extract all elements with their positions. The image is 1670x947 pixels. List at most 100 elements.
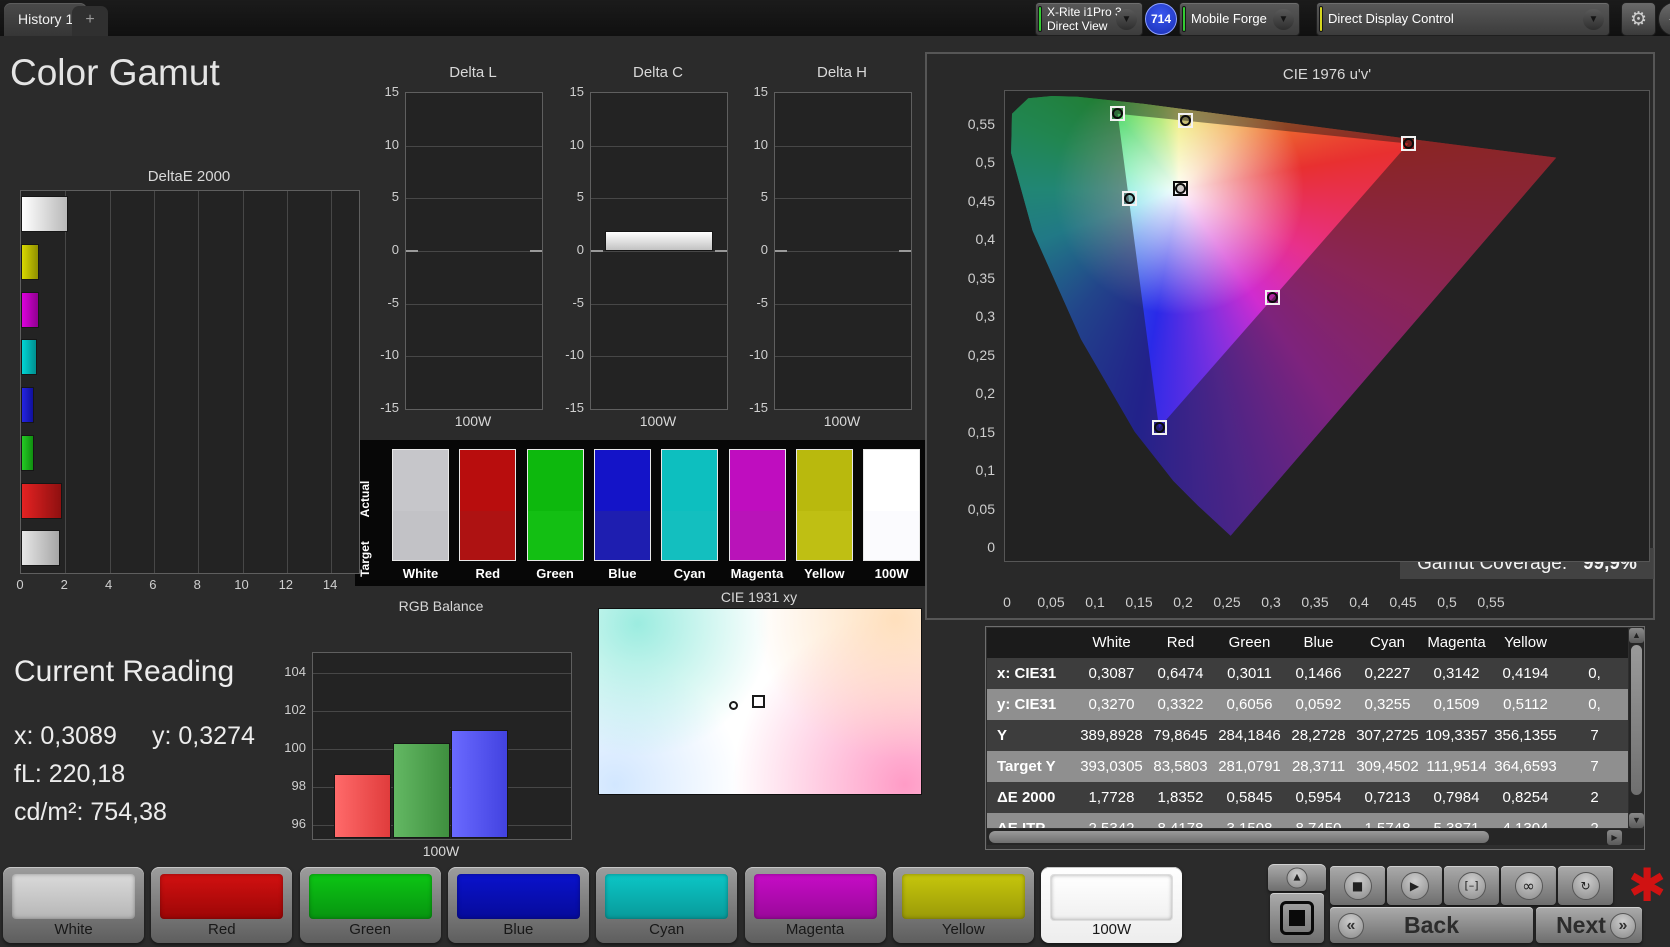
cie-1931-chart [598, 608, 922, 795]
rgb-x-label: 100W [422, 843, 460, 859]
reading-cdm2: cd/m²: 754,38 [14, 798, 167, 826]
meter-count-badge[interactable]: 714 [1145, 3, 1177, 35]
deltae-bar-red [21, 482, 62, 519]
delta-y-tick: -5 [572, 294, 584, 310]
play-button[interactable]: ▶ [1387, 866, 1442, 905]
scroll-up-arrow[interactable]: ▲ [1629, 628, 1644, 643]
table-header-row: White Red Green Blue Cyan Magenta Yellow [987, 628, 1628, 658]
patch-label: Red [208, 921, 236, 938]
table-row: ΔE 2000 1,7728 1,8352 0,5845 0,5954 0,7213 0,7… [987, 782, 1628, 813]
pattern-up-button[interactable]: ▲ [1268, 864, 1326, 891]
cie-y-tick: 0,05 [967, 500, 995, 517]
table-hscrollbar[interactable]: ▶ [987, 829, 1644, 845]
gridline [65, 191, 67, 573]
settings-button[interactable]: ⚙ [1621, 2, 1656, 36]
alert-asterisk-icon: ✱ [1627, 858, 1667, 912]
delta-y-tick: 5 [760, 189, 768, 205]
source-dropdown[interactable]: Mobile Forge ▼ [1179, 2, 1300, 36]
vscroll-thumb[interactable] [1631, 645, 1642, 795]
swatch-target [393, 510, 448, 560]
current-reading-title: Current Reading [14, 655, 235, 688]
continuous-button[interactable]: ∞ [1501, 866, 1556, 905]
gridline [406, 145, 542, 147]
table-cell: 284,1846 [1218, 727, 1281, 744]
delta-y-tick: -15 [380, 400, 399, 415]
delta-y-tick: -5 [756, 294, 768, 310]
actual-target-swatch-strip: Actual Target White Red Green Blue Cyan Magenta… [355, 440, 925, 586]
table-vscrollbar[interactable]: ▲ ▼ [1629, 628, 1644, 828]
next-button[interactable]: Next» [1536, 907, 1642, 943]
new-tab-button[interactable]: + [72, 6, 108, 36]
scroll-down-arrow[interactable]: ▼ [1629, 813, 1644, 828]
meter-dropdown[interactable]: X-Rite i1Pro 3 Direct View ▼ [1035, 2, 1143, 36]
rgb-bar-red [334, 773, 391, 838]
table-cell: 0,3142 [1433, 665, 1480, 682]
stop-button[interactable]: ■ [1330, 866, 1385, 905]
patch-button-white[interactable]: White [3, 867, 144, 943]
table-cell: 1,7728 [1088, 789, 1135, 806]
top-bar: History 1 + X-Rite i1Pro 3 Direct View ▼… [0, 0, 1670, 36]
single-measure-icon: [–] [1457, 871, 1486, 900]
deltae-plot-area [20, 190, 360, 574]
swatch-label: Red [475, 566, 501, 581]
single-measure-button[interactable]: [–] [1444, 866, 1499, 905]
swatch-label: Green [536, 566, 574, 581]
meter-count-value: 714 [1150, 12, 1172, 26]
gridline [198, 191, 200, 573]
marker-dot [1266, 292, 1278, 304]
swatch-blue [593, 449, 651, 561]
patch-button-red[interactable]: Red [151, 867, 293, 943]
patch-button-green[interactable]: Green [299, 867, 441, 943]
meter-line2: Direct View [1047, 19, 1108, 33]
rgb-y-tick: 100 [284, 740, 306, 755]
refresh-button[interactable]: ↻ [1558, 866, 1613, 905]
patch-button-magenta[interactable]: Magenta [744, 867, 886, 943]
row-label: ΔE ITP [989, 813, 1083, 828]
deltae-bar-yellow [21, 243, 39, 280]
patch-button-cyan[interactable]: Cyan [596, 867, 738, 943]
deltae-x-tick: 0 [16, 577, 24, 592]
cie-y-tick: 0,15 [967, 423, 995, 440]
delta-y-tick: 10 [384, 136, 399, 152]
delta-y-tick: 0 [576, 242, 584, 257]
delta-y-tick: 0 [760, 242, 768, 257]
cie-x-tick: 0,35 [1301, 594, 1329, 610]
patch-swatch [160, 874, 284, 919]
continuous-icon: ∞ [1514, 871, 1543, 900]
table-cell: 0,1466 [1295, 665, 1342, 682]
back-button[interactable]: «Back [1330, 907, 1533, 943]
source-label: Mobile Forge [1191, 11, 1267, 26]
target-row-label: Target [358, 541, 372, 577]
cie-y-tick: 0,45 [967, 192, 995, 209]
reading-x-value: 0,3089 [40, 722, 117, 750]
swatch-100w [863, 449, 921, 561]
column-header [1560, 628, 1628, 659]
patch-button-100w[interactable]: 100W [1041, 867, 1183, 943]
table-cell: 109,3357 [1425, 727, 1488, 744]
swatch-white [392, 449, 449, 561]
marker-red [1400, 136, 1416, 152]
table-cell: 0, [1588, 665, 1601, 682]
gridline [286, 191, 288, 573]
deltae-title: DeltaE 2000 [147, 168, 231, 185]
hscroll-thumb[interactable] [989, 831, 1489, 843]
row-label: x: CIE31 [997, 665, 1057, 682]
collapse-panel-button[interactable]: ◀ [1658, 2, 1670, 36]
pattern-window-button[interactable] [1270, 893, 1324, 943]
cie-y-tick: 0,5 [975, 154, 995, 170]
patch-button-yellow[interactable]: Yellow [892, 867, 1034, 943]
table-cell: 8,7450 [1284, 813, 1353, 828]
deltae-bar-magenta [21, 291, 39, 328]
marker-cyan [1121, 191, 1137, 207]
table-cell: 79,8645 [1153, 727, 1208, 744]
zero-tick [775, 250, 787, 252]
patch-label: 100W [1092, 921, 1132, 938]
scroll-right-arrow[interactable]: ▶ [1607, 830, 1622, 845]
cie-1931-title: CIE 1931 xy [720, 589, 798, 605]
delta-y-tick: 15 [384, 84, 399, 99]
gridline [109, 191, 111, 573]
patch-button-blue[interactable]: Blue [447, 867, 589, 943]
patch-label: Magenta [785, 921, 845, 938]
display-control-dropdown[interactable]: Direct Display Control ▼ [1316, 2, 1610, 36]
reading-y: y: 0,3274 [152, 722, 255, 750]
